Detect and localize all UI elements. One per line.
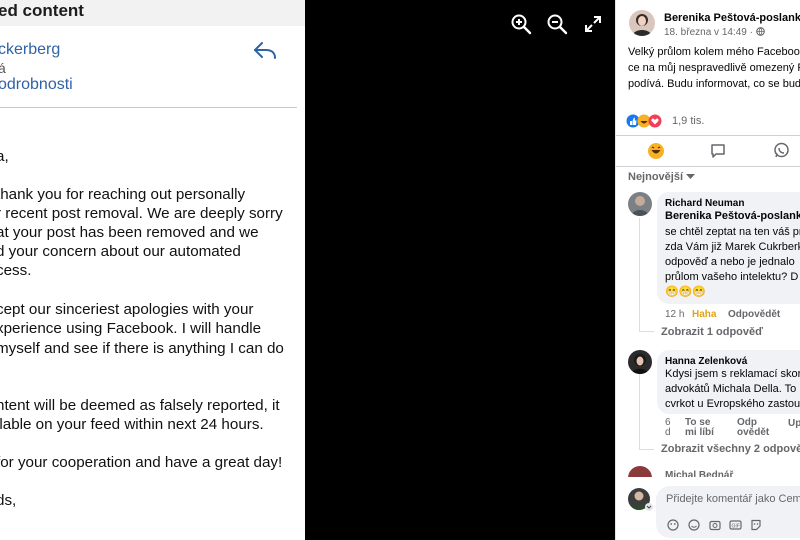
comment-emoji: 😁😁😁: [665, 286, 707, 298]
comment-author[interactable]: Hanna Zelenková: [665, 356, 747, 367]
post-text-line: podívá. Budu informovat, co se bud: [628, 78, 800, 90]
comment-haha-reaction[interactable]: Haha: [692, 309, 716, 320]
zoom-in-icon[interactable]: [509, 12, 533, 36]
email-header-bar: ed content: [0, 0, 305, 26]
haha-face-icon: [648, 143, 664, 159]
comment-button[interactable]: [710, 143, 728, 159]
commenter-avatar[interactable]: [628, 192, 652, 216]
email-sender: ckerberg: [0, 41, 61, 58]
email-recipient: á: [0, 60, 6, 76]
emoji-icon: [688, 519, 700, 531]
email-line: for your cooperation and have a great da…: [0, 454, 283, 471]
comment-text-line: průlom vašeho intelektu? D: [665, 271, 799, 283]
view-replies-link[interactable]: Zobrazit 1 odpověď: [661, 326, 763, 338]
email-line: d your concern about our automated: [0, 243, 241, 260]
chevron-down-icon[interactable]: [645, 503, 653, 511]
thread-line: [639, 449, 654, 450]
email-line: a,: [0, 148, 9, 165]
thread-line: [639, 331, 654, 332]
comment-icon: [711, 144, 725, 158]
reaction-count[interactable]: 1,9 tis.: [672, 115, 704, 127]
post-date: 18. března v 14:49 ·: [664, 27, 765, 38]
comment-reply-button[interactable]: Odp ovědět: [737, 418, 769, 438]
comment-bubble: Hanna Zelenková Kdysi jsem s reklamací s…: [657, 350, 800, 414]
comment-text-line: zda Vám již Marek Cukrberk: [665, 241, 800, 253]
view-replies-link[interactable]: Zobrazit všechny 2 odpovědi: [661, 443, 800, 455]
sort-label: Nejnovější: [628, 171, 684, 183]
react-button[interactable]: [647, 142, 667, 160]
thread-line: [639, 374, 640, 449]
sort-dropdown[interactable]: Nejnovější: [628, 171, 696, 183]
commenter-avatar[interactable]: [628, 350, 652, 374]
divider: [616, 135, 800, 136]
comment-text-line: advokátů Michala Della. To: [665, 383, 797, 395]
email-details-link: odrobnosti: [0, 76, 73, 93]
email-line: cess.: [0, 262, 32, 279]
post-text-line: Velký průlom kolem mého Faceboo: [628, 46, 800, 58]
post-author[interactable]: Berenika Peštová-poslanky: [664, 12, 800, 24]
email-line: myself and see if there is anything I ca…: [0, 340, 284, 357]
comment-like-bottom: mi líbí: [685, 427, 714, 438]
email-line: thank you for reaching out personally: [0, 186, 246, 203]
email-line: ilable on your feed within next 24 hours…: [0, 416, 264, 433]
comment-time[interactable]: 6 d: [665, 418, 671, 438]
comment-author[interactable]: Richard Neuman: [665, 198, 744, 209]
email-line: xperience using Facebook. I will handle: [0, 320, 262, 337]
avatar-sticker-icon: [667, 519, 679, 531]
email-header-title: ed content: [0, 1, 84, 20]
comment-input[interactable]: Přidejte komentář jako Cem GIF: [656, 486, 800, 538]
comment-edit-button[interactable]: Upr: [788, 418, 800, 429]
post-text-line: ce na můj nespravedlivě omezený F: [628, 62, 800, 74]
email-line: ds,: [0, 492, 17, 509]
email-line: ntent will be deemed as falsely reported…: [0, 397, 280, 414]
zoom-out-icon[interactable]: [545, 12, 569, 36]
gif-icon: GIF: [729, 520, 742, 530]
post-text: Velký průlom kolem mého Faceboo ce na mů…: [628, 44, 800, 92]
comment-text-line: Kdysi jsem s reklamací skon: [665, 368, 800, 380]
divider: [616, 166, 800, 167]
composer-tools: GIF: [667, 518, 777, 532]
comment-mention[interactable]: Berenika Peštová-poslanky: [665, 210, 800, 222]
reply-icon: [254, 42, 276, 59]
whatsapp-icon: [774, 142, 789, 158]
comment-text-line: cvrkot u Evropského zastou: [665, 398, 800, 410]
thread-line: [639, 218, 640, 331]
post-date-text: 18. března v 14:49 ·: [664, 27, 753, 38]
comment-time[interactable]: 12 h: [665, 309, 684, 320]
whatsapp-share-button[interactable]: [773, 142, 791, 160]
svg-text:GIF: GIF: [732, 524, 740, 530]
camera-icon: [709, 520, 721, 531]
comment-bubble: Richard Neuman Berenika Peštová-poslanky…: [657, 192, 800, 304]
sticker-icon: [751, 519, 761, 531]
fullscreen-icon[interactable]: [581, 12, 605, 36]
comment-reply-bottom: ovědět: [737, 427, 770, 438]
chevron-down-icon: [686, 174, 696, 179]
reaction-icons[interactable]: [626, 114, 666, 128]
email-divider: [0, 107, 297, 108]
globe-icon: [755, 27, 765, 36]
comment-reply-button[interactable]: Odpovědět: [728, 309, 780, 320]
email-photo: ed content ckerberg á odrobnosti a, than…: [0, 0, 305, 540]
comment-like-button[interactable]: To se mi líbí: [685, 418, 714, 438]
email-line: at your post has been removed and we: [0, 224, 259, 241]
comment-input-placeholder: Přidejte komentář jako Cem: [666, 493, 800, 505]
comment-text-line: se chtěl zeptat na ten váš pr: [665, 226, 800, 238]
author-avatar[interactable]: [629, 10, 655, 36]
comment-time-bottom: d: [665, 427, 671, 438]
email-line: r recent post removal. We are deeply sor…: [0, 205, 283, 222]
photo-viewer: [305, 0, 615, 540]
post-panel: Berenika Peštová-poslanky 18. března v 1…: [615, 0, 800, 540]
email-line: cept our sinceriest apologies with your: [0, 301, 254, 318]
comment-text-line: odpověď a nebo je jednalo: [665, 256, 795, 268]
